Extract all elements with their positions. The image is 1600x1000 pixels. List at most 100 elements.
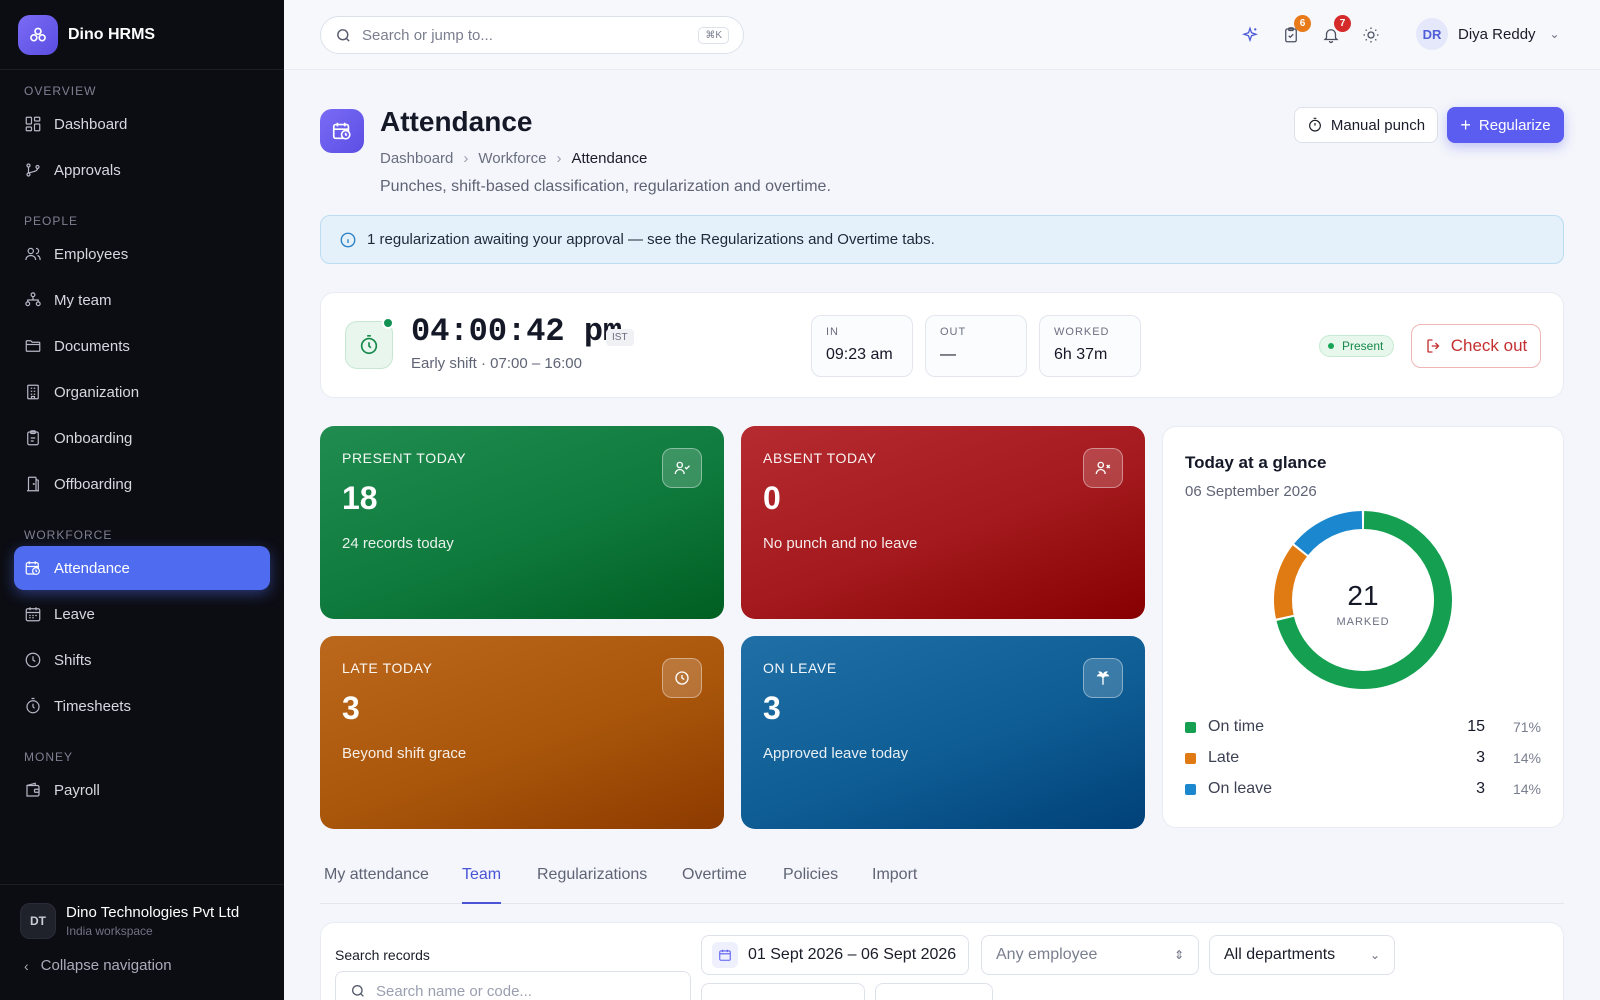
sidebar-item-my-team[interactable]: My team xyxy=(14,278,270,322)
notifications-button[interactable]: 7 xyxy=(1320,15,1351,46)
sidebar-item-offboarding[interactable]: Offboarding xyxy=(14,462,270,506)
nav-section-money: MONEY xyxy=(24,750,74,764)
brand[interactable]: Dino HRMS xyxy=(0,0,284,70)
tile-label: LATE TODAY xyxy=(342,660,433,676)
regularize-button[interactable]: + Regularize xyxy=(1447,107,1564,143)
sidebar-item-dashboard[interactable]: Dashboard xyxy=(14,102,270,146)
sidebar-item-documents[interactable]: Documents xyxy=(14,324,270,368)
tile-value: 0 xyxy=(763,480,781,516)
sidebar-item-attendance[interactable]: Attendance xyxy=(14,546,270,590)
chevron-down-icon: ⌄ xyxy=(1549,27,1560,41)
recalculate-button[interactable] xyxy=(875,983,993,1000)
info-icon xyxy=(340,232,356,247)
tab-regularizations[interactable]: Regularizations xyxy=(537,866,647,904)
page-calendar-clock-icon xyxy=(320,109,364,153)
tab-policies[interactable]: Policies xyxy=(783,866,838,904)
chevron-right-icon: › xyxy=(556,150,562,167)
status-text: Present xyxy=(1342,339,1384,353)
ai-sparkle-button[interactable] xyxy=(1239,24,1261,46)
brand-name: Dino HRMS xyxy=(68,25,156,43)
tasks-badge: 6 xyxy=(1294,15,1311,32)
user-menu[interactable]: DR Diya Reddy ⌄ xyxy=(1416,18,1560,50)
absent-today-tile[interactable]: ABSENT TODAY 0 No punch and no leave xyxy=(741,426,1145,619)
date-range-picker[interactable]: 01 Sept 2026 – 06 Sept 2026 xyxy=(701,935,969,975)
donut-slice-late[interactable] xyxy=(1274,545,1308,619)
glance-date: 06 September 2026 xyxy=(1185,483,1317,500)
punch-in-box: IN 09:23 am xyxy=(811,315,913,377)
tile-label: ABSENT TODAY xyxy=(763,450,877,466)
sidebar-item-label: My team xyxy=(54,291,112,309)
status-filter-select[interactable] xyxy=(701,983,865,1000)
nav-section-workforce: WORKFORCE xyxy=(24,528,113,542)
records-search-input[interactable] xyxy=(376,982,656,1000)
legend-count: 3 xyxy=(1476,780,1485,797)
glance-title: Today at a glance xyxy=(1185,453,1327,472)
donut-slice-on-leave[interactable] xyxy=(1294,511,1363,556)
tab-my-attendance[interactable]: My attendance xyxy=(324,866,429,904)
clock-icon xyxy=(25,652,41,668)
chevron-right-icon: › xyxy=(463,150,469,167)
info-alert: 1 regularization awaiting your approval … xyxy=(320,215,1564,264)
legend-pct: 71% xyxy=(1512,719,1541,735)
global-search[interactable]: ⌘K xyxy=(320,16,744,54)
org-switcher[interactable]: DT Dino Technologies Pvt Ltd India works… xyxy=(0,885,284,939)
tile-value: 18 xyxy=(342,480,378,516)
tile-value: 3 xyxy=(342,690,360,726)
records-search[interactable] xyxy=(335,971,691,1000)
department-select-value: All departments xyxy=(1224,946,1336,963)
punch-out-value: — xyxy=(940,346,956,363)
tile-sub: Approved leave today xyxy=(763,745,909,762)
page-title: Attendance xyxy=(380,106,533,137)
sidebar-item-label: Offboarding xyxy=(54,475,133,493)
sidebar-item-organization[interactable]: Organization xyxy=(14,370,270,414)
git-branch-icon xyxy=(26,163,40,177)
chevron-left-icon: ‹ xyxy=(24,957,29,974)
on-leave-tile[interactable]: ON LEAVE 3 Approved leave today xyxy=(741,636,1145,829)
donut-center-value: 21 xyxy=(1347,580,1378,611)
department-select[interactable]: All departments ⌄ xyxy=(1209,935,1395,975)
tile-sub: Beyond shift grace xyxy=(342,745,467,762)
sidebar-item-label: Onboarding xyxy=(54,429,133,447)
legend-row-on-leave: On leave 3 14% xyxy=(1185,779,1541,799)
employee-select[interactable]: Any employee ⇕ xyxy=(981,935,1199,975)
sidebar-footer: DT Dino Technologies Pvt Ltd India works… xyxy=(0,884,284,1000)
late-today-tile[interactable]: LATE TODAY 3 Beyond shift grace xyxy=(320,636,724,829)
sidebar-item-label: Approvals xyxy=(54,161,121,179)
folder-icon xyxy=(25,340,41,352)
chevron-up-down-icon: ⇕ xyxy=(1173,948,1184,962)
calendar-clock-icon xyxy=(25,561,40,575)
sidebar-item-leave[interactable]: Leave xyxy=(14,592,270,636)
legend-swatch xyxy=(1185,752,1196,764)
legend-row-on-time: On time 15 71% xyxy=(1185,717,1541,737)
manual-punch-button[interactable]: Manual punch xyxy=(1294,107,1438,143)
theme-toggle-button[interactable] xyxy=(1360,24,1382,46)
collapse-navigation-button[interactable]: ‹ Collapse navigation xyxy=(0,939,284,974)
tasks-button[interactable]: 6 xyxy=(1280,15,1311,46)
check-out-label: Check out xyxy=(1450,336,1528,355)
sidebar-item-onboarding[interactable]: Onboarding xyxy=(14,416,270,460)
clipboard-icon xyxy=(27,430,39,446)
live-status-dot xyxy=(382,317,394,329)
breadcrumb-link-dashboard[interactable]: Dashboard xyxy=(380,150,453,167)
sidebar-item-approvals[interactable]: Approvals xyxy=(14,148,270,192)
sidebar: Dino HRMS OVERVIEW Dashboard Approvals P… xyxy=(0,0,284,1000)
sidebar-item-timesheets[interactable]: Timesheets xyxy=(14,684,270,728)
check-out-button[interactable]: Check out xyxy=(1411,324,1541,368)
tab-import[interactable]: Import xyxy=(872,866,917,904)
sidebar-item-employees[interactable]: Employees xyxy=(14,232,270,276)
punch-in-value: 09:23 am xyxy=(826,346,893,363)
present-today-tile[interactable]: PRESENT TODAY 18 24 records today xyxy=(320,426,724,619)
sidebar-item-label: Leave xyxy=(54,605,95,623)
sidebar-item-shifts[interactable]: Shifts xyxy=(14,638,270,682)
tab-team[interactable]: Team xyxy=(462,866,502,904)
search-input[interactable] xyxy=(362,26,662,44)
search-icon xyxy=(337,28,350,42)
breadcrumb-link-workforce[interactable]: Workforce xyxy=(478,150,546,167)
sidebar-item-label: Attendance xyxy=(54,559,130,577)
tile-sub: 24 records today xyxy=(342,535,454,552)
attendance-tabs: My attendance Team Regularizations Overt… xyxy=(320,864,1564,904)
tab-overtime[interactable]: Overtime xyxy=(682,866,747,904)
sidebar-item-payroll[interactable]: Payroll xyxy=(14,768,270,812)
punch-in-label: IN xyxy=(826,326,839,338)
org-name: Dino Technologies Pvt Ltd xyxy=(66,904,240,921)
